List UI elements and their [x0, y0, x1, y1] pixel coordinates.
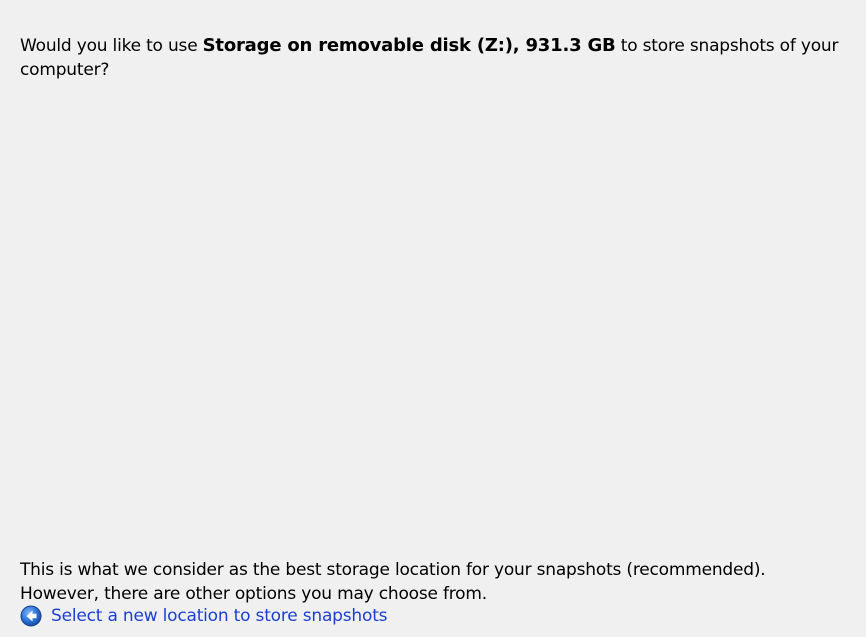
back-arrow-icon: [20, 605, 42, 627]
question-prefix: Would you like to use: [20, 36, 203, 56]
select-new-location-label[interactable]: Select a new location to store snapshots: [51, 604, 388, 628]
select-new-location-link[interactable]: Select a new location to store snapshots: [20, 604, 388, 628]
storage-target: Storage on removable disk (Z:), 931.3 GB: [202, 35, 616, 56]
storage-question: Would you like to use Storage on removab…: [20, 34, 840, 82]
recommendation-text: This is what we consider as the best sto…: [20, 558, 860, 606]
recommendation-line-1: This is what we consider as the best sto…: [20, 560, 766, 580]
recommendation-line-2: However, there are other options you may…: [20, 584, 487, 604]
